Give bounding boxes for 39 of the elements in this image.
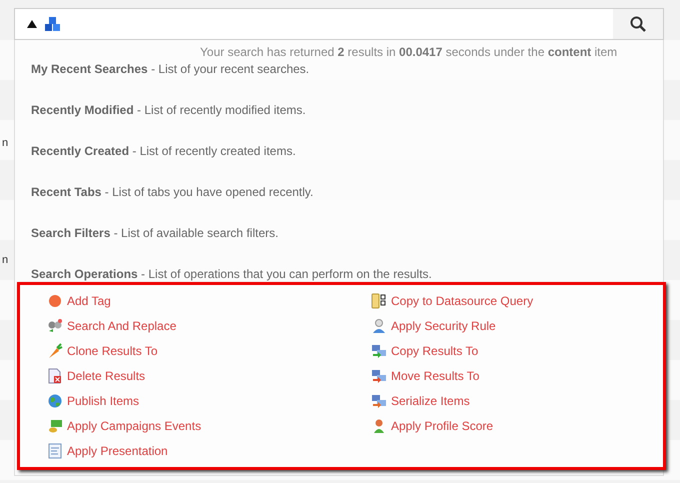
cubes-icon[interactable] (45, 16, 61, 32)
computers-icon (371, 368, 387, 384)
document-delete-icon (47, 368, 63, 384)
triangle-icon[interactable] (27, 20, 37, 28)
coins-icon (47, 418, 63, 434)
search-icon (630, 16, 646, 32)
user-icon (371, 418, 387, 434)
operation-link[interactable]: Apply Profile Score (371, 413, 663, 438)
operation-link[interactable]: Apply Presentation (47, 438, 343, 463)
search-button[interactable] (613, 9, 663, 39)
menu-item[interactable]: Search Filters - List of available search filters. (31, 226, 278, 240)
folder-icon (371, 292, 387, 308)
operation-link[interactable]: Add Tag (47, 288, 343, 313)
operation-link[interactable]: Clone Results To (47, 338, 343, 363)
menu-item[interactable]: My Recent Searches - List of your recent searches. (31, 62, 310, 76)
status-text: Your search has returned 2 results in 00.0417 seconds under the content item (200, 45, 618, 59)
operation-link[interactable]: Delete Results (47, 363, 343, 388)
operation-link[interactable]: Publish Items (47, 388, 343, 413)
user-icon (371, 318, 387, 334)
operation-link[interactable]: Search And Replace (47, 313, 343, 338)
computers-icon (371, 342, 387, 358)
menu-item[interactable]: Recently Created - List of recently created items. (31, 144, 296, 158)
operation-link[interactable]: Move Results To (371, 363, 663, 388)
cut-off-text: n (2, 137, 8, 149)
operation-link[interactable]: Apply Campaigns Events (47, 413, 343, 438)
operation-link[interactable]: Serialize Items (371, 388, 663, 413)
dot-icon (47, 292, 63, 308)
document-icon (47, 442, 63, 458)
menu-item[interactable]: Search Operations - List of operations that you can perform on the results. (31, 266, 432, 280)
binoculars-icon (47, 318, 63, 334)
operation-link[interactable]: Apply Security Rule (371, 313, 663, 338)
cut-off-text: n (2, 254, 8, 266)
menu-item[interactable]: Recent Tabs - List of tabs you have opened recently. (31, 184, 314, 198)
menu-item[interactable]: Recently Modified - List of recently modified items. (31, 102, 306, 116)
operation-link[interactable]: Copy to Datasource Query (371, 288, 663, 313)
carrot-icon (47, 342, 63, 358)
operation-link[interactable]: Copy Results To (371, 338, 663, 363)
globe-icon (47, 392, 63, 408)
computers-icon (371, 392, 387, 408)
